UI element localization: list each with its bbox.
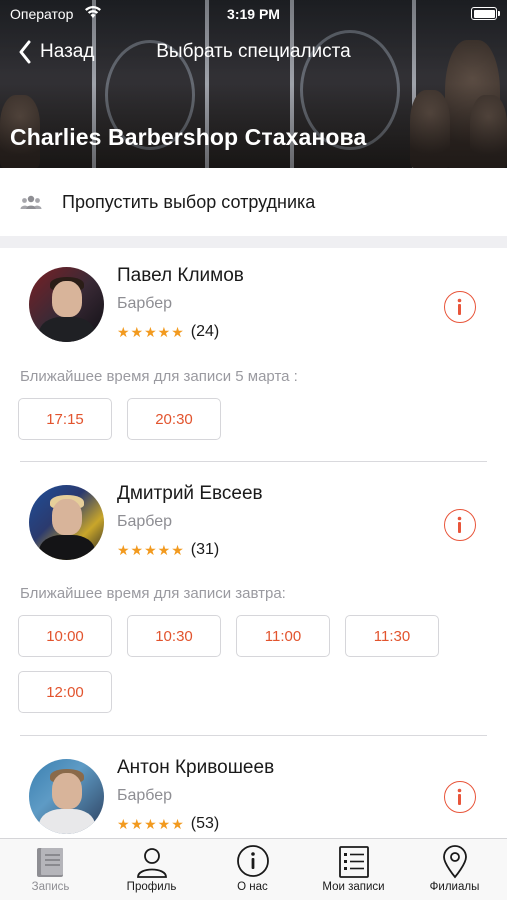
page-title: Выбрать специалиста bbox=[156, 41, 351, 62]
battery-icon bbox=[471, 7, 500, 20]
time-slot-button[interactable]: 10:00 bbox=[18, 615, 112, 657]
group-icon bbox=[20, 195, 42, 209]
info-icon bbox=[457, 788, 462, 805]
status-time: 3:19 PM bbox=[227, 6, 280, 22]
time-slot-button[interactable]: 10:30 bbox=[127, 615, 221, 657]
time-slot-button[interactable]: 11:30 bbox=[345, 615, 439, 657]
specialist-name: Дмитрий Евсеев bbox=[117, 483, 263, 504]
tab-profile[interactable]: Профиль bbox=[101, 839, 202, 901]
info-icon bbox=[237, 845, 269, 877]
review-count: (53) bbox=[190, 815, 220, 832]
specialist-name: Павел Климов bbox=[117, 265, 244, 286]
next-available-label: Ближайшее время для записи 5 марта : bbox=[20, 368, 298, 385]
book-icon bbox=[37, 848, 63, 877]
skip-label: Пропустить выбор сотрудника bbox=[62, 191, 316, 212]
specialist-role: Барбер bbox=[117, 513, 173, 530]
next-available-label: Ближайшее время для записи завтра: bbox=[20, 585, 286, 602]
time-slot-button[interactable]: 12:00 bbox=[18, 671, 112, 713]
battery-tip bbox=[498, 11, 500, 16]
specialist-role: Барбер bbox=[117, 787, 173, 804]
tab-label: Запись bbox=[31, 881, 70, 893]
time-slot-button[interactable]: 20:30 bbox=[127, 398, 221, 440]
specialist-list[interactable]: Павел Климов Барбер ★★★★★ (24) Ближайшее… bbox=[0, 248, 507, 838]
specialist-card[interactable]: Павел Климов Барбер ★★★★★ (24) Ближайшее… bbox=[0, 248, 507, 462]
location-pin-icon bbox=[443, 845, 467, 879]
section-separator bbox=[0, 236, 507, 248]
rating-stars: ★★★★★ bbox=[117, 323, 185, 340]
time-slot-button[interactable]: 17:15 bbox=[18, 398, 112, 440]
avatar bbox=[29, 759, 104, 834]
shop-name: Charlies Barbershop Стаханова bbox=[10, 124, 367, 150]
specialist-card[interactable]: Дмитрий Евсеев Барбер ★★★★★ (31) Ближайш… bbox=[0, 462, 507, 736]
tab-booking[interactable]: Запись bbox=[0, 839, 101, 901]
tab-my-bookings[interactable]: Мои записи bbox=[303, 839, 404, 901]
specialist-rating: ★★★★★ (53) bbox=[117, 815, 219, 833]
specialist-rating: ★★★★★ (31) bbox=[117, 541, 219, 559]
rating-stars: ★★★★★ bbox=[117, 815, 185, 832]
review-count: (31) bbox=[190, 541, 220, 558]
specialist-rating: ★★★★★ (24) bbox=[117, 323, 219, 341]
specialist-card[interactable]: Антон Кривошеев Барбер ★★★★★ (53) bbox=[0, 736, 507, 838]
tab-bar: Запись Профиль О нас Мои записи Филиалы bbox=[0, 838, 507, 900]
specialist-role: Барбер bbox=[117, 295, 173, 312]
specialist-name: Антон Кривошеев bbox=[117, 757, 275, 778]
tab-label: Мои записи bbox=[322, 881, 385, 893]
rating-stars: ★★★★★ bbox=[117, 541, 185, 558]
specialist-info-button[interactable] bbox=[444, 291, 476, 323]
shop-header: Оператор 3:19 PM Назад Выбрать специалис… bbox=[0, 0, 507, 168]
specialist-info-button[interactable] bbox=[444, 781, 476, 813]
tab-about[interactable]: О нас bbox=[202, 839, 303, 901]
review-count: (24) bbox=[190, 323, 220, 340]
info-icon bbox=[457, 298, 462, 315]
avatar bbox=[29, 267, 104, 342]
tab-label: О нас bbox=[237, 881, 268, 893]
tab-branches[interactable]: Филиалы bbox=[404, 839, 505, 901]
info-icon bbox=[457, 516, 462, 533]
avatar bbox=[29, 485, 104, 560]
battery-fill bbox=[473, 9, 495, 18]
specialist-info-button[interactable] bbox=[444, 509, 476, 541]
tab-label: Филиалы bbox=[429, 881, 480, 893]
skip-specialist-button[interactable]: Пропустить выбор сотрудника bbox=[0, 168, 507, 236]
profile-icon bbox=[137, 848, 167, 878]
tab-label: Профиль bbox=[126, 881, 177, 893]
time-slot-button[interactable]: 11:00 bbox=[236, 615, 330, 657]
status-bar: Оператор 3:19 PM bbox=[0, 0, 507, 30]
list-icon bbox=[339, 846, 369, 878]
